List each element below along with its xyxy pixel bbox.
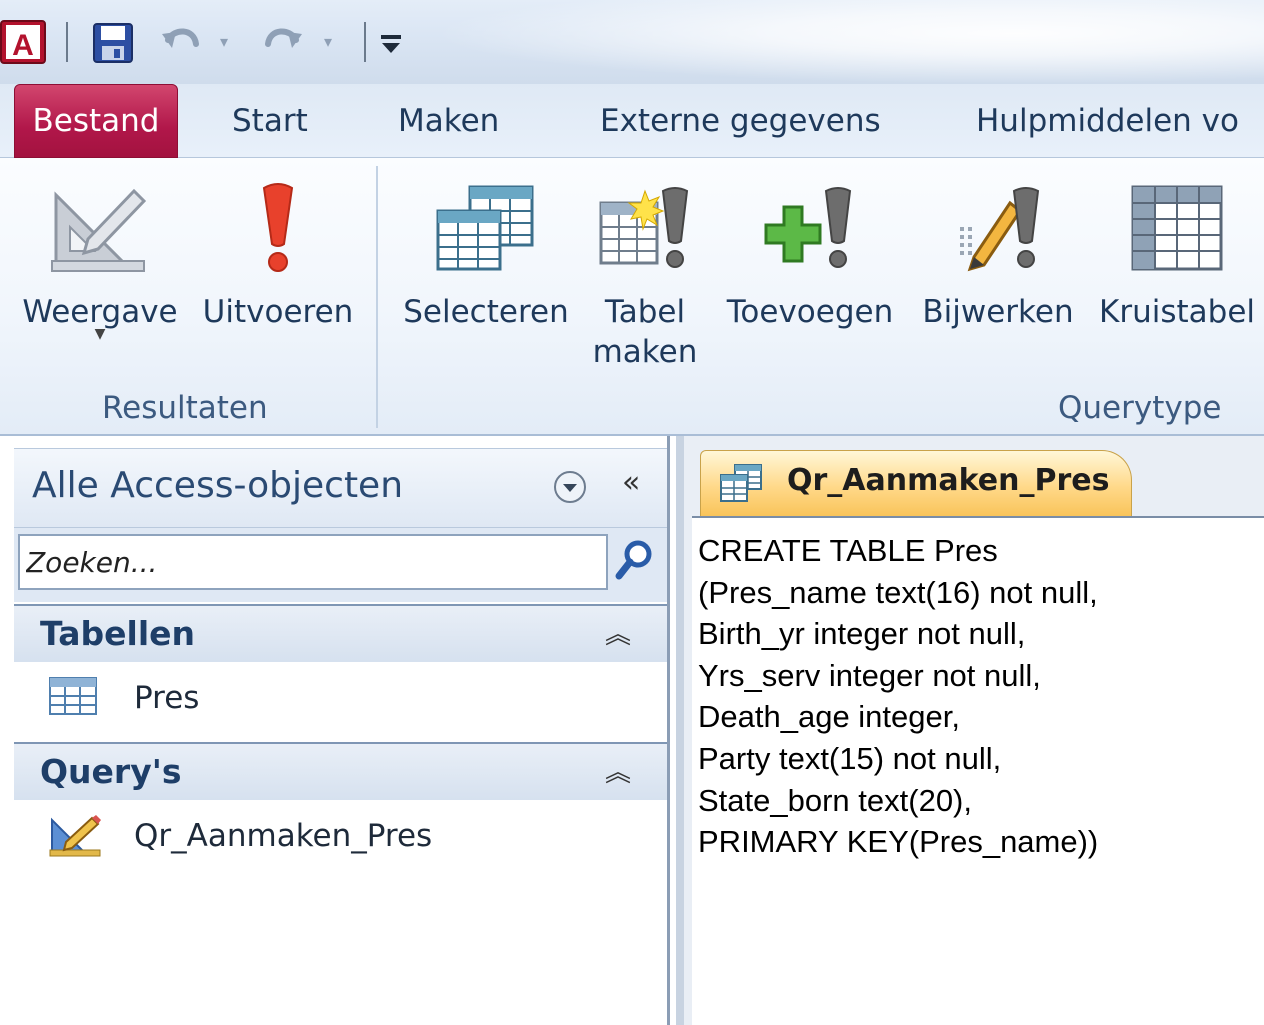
- append-label: Toevoegen: [726, 294, 894, 330]
- view-button[interactable]: Weergave ▼: [16, 178, 184, 342]
- make-table-label: Tabel maken: [593, 292, 698, 372]
- tab-file[interactable]: Bestand: [14, 84, 178, 158]
- design-view-icon: [45, 178, 155, 278]
- ribbon-group-separator: [376, 166, 378, 428]
- sql-line: Yrs_serv integer not null,: [698, 657, 1041, 693]
- make-table-icon: [590, 178, 700, 278]
- nav-group-title: Tabellen: [40, 614, 196, 653]
- qat-separator: [364, 22, 366, 62]
- nav-group-queries[interactable]: Query's ︽: [14, 742, 667, 800]
- collapse-pane-icon[interactable]: «: [622, 465, 640, 500]
- sql-line: Party text(15) not null,: [698, 740, 1002, 776]
- update-button[interactable]: Bijwerken: [914, 178, 1082, 332]
- crosstab-label: Kruistabel: [1099, 294, 1255, 330]
- collapse-group-icon[interactable]: ︽: [605, 752, 631, 789]
- tab-query-tools[interactable]: Hulpmiddelen vo: [976, 84, 1239, 158]
- run-button[interactable]: Uitvoeren: [196, 178, 360, 332]
- nav-item-query[interactable]: Qr_Aanmaken_Pres: [14, 804, 667, 868]
- navigation-pane-header[interactable]: Alle Access-objecten «: [14, 448, 667, 528]
- table-icon: [48, 676, 98, 720]
- search-bar: [14, 528, 667, 602]
- document-area: Qr_Aanmaken_Pres CREATE TABLE Pres (Pres…: [676, 436, 1264, 1025]
- select-query-icon: [431, 178, 541, 278]
- update-label: Bijwerken: [922, 294, 1074, 330]
- select-label: Selecteren: [403, 294, 569, 330]
- access-logo-icon[interactable]: A: [0, 18, 48, 66]
- svg-text:A: A: [12, 29, 34, 62]
- sql-line: Birth_yr integer not null,: [698, 616, 1026, 652]
- search-icon[interactable]: [614, 538, 658, 586]
- make-table-label-line1: Tabel: [604, 294, 686, 330]
- nav-group-tables[interactable]: Tabellen ︽: [14, 604, 667, 662]
- title-glow: [430, 0, 1264, 84]
- customize-qat-icon[interactable]: [376, 24, 406, 60]
- make-table-label-line2: maken: [592, 334, 698, 370]
- document-tab-title: Qr_Aanmaken_Pres: [787, 463, 1110, 498]
- redo-icon[interactable]: [258, 22, 306, 62]
- sql-query-icon: [719, 463, 763, 507]
- collapse-group-icon[interactable]: ︽: [605, 614, 631, 651]
- ribbon: Weergave ▼ Uitvoeren Selecteren Tabel ma…: [0, 158, 1264, 436]
- sql-editor[interactable]: CREATE TABLE Pres (Pres_name text(16) no…: [692, 516, 1264, 1025]
- navigation-pane: Alle Access-objecten « Tabellen ︽: [14, 436, 670, 1025]
- nav-item-label: Pres: [134, 680, 200, 716]
- ribbon-tab-bar: Bestand Start Maken Externe gegevens Hul…: [0, 84, 1264, 158]
- crosstab-button[interactable]: Kruistabel: [1094, 178, 1260, 332]
- append-icon: [755, 178, 865, 278]
- qat-separator: [66, 22, 68, 62]
- nav-menu-dropdown-icon[interactable]: [552, 469, 588, 505]
- sql-line: PRIMARY KEY(Pres_name)): [698, 824, 1099, 860]
- redo-dropdown-icon[interactable]: ▾: [318, 30, 338, 52]
- make-table-button[interactable]: Tabel maken: [580, 178, 710, 372]
- undo-icon[interactable]: [158, 22, 206, 62]
- group-label-results: Resultaten: [102, 390, 268, 426]
- sql-line: Death_age integer,: [698, 699, 960, 735]
- sql-line: CREATE TABLE Pres: [698, 533, 998, 568]
- tab-make[interactable]: Maken: [398, 84, 499, 158]
- tab-start[interactable]: Start: [232, 84, 308, 158]
- sql-line: State_born text(20),: [698, 782, 972, 818]
- append-button[interactable]: Toevoegen: [720, 178, 900, 332]
- run-exclamation-icon: [223, 178, 333, 278]
- quick-access-toolbar: A ▾ ▾: [0, 0, 1264, 84]
- document-tab[interactable]: Qr_Aanmaken_Pres: [700, 450, 1132, 516]
- undo-dropdown-icon[interactable]: ▾: [214, 30, 234, 52]
- update-pencil-icon: [943, 178, 1053, 278]
- navigation-pane-title: Alle Access-objecten: [32, 465, 404, 506]
- run-label: Uitvoeren: [202, 294, 354, 330]
- nav-group-title: Query's: [40, 752, 182, 791]
- search-input[interactable]: [18, 534, 608, 590]
- crosstab-icon: [1122, 178, 1232, 278]
- nav-item-table[interactable]: Pres: [14, 666, 667, 730]
- select-query-button[interactable]: Selecteren: [400, 178, 572, 332]
- tab-external-data[interactable]: Externe gegevens: [600, 84, 881, 158]
- save-icon[interactable]: [90, 20, 136, 66]
- group-label-querytype: Querytype: [1058, 390, 1222, 426]
- view-dropdown-icon[interactable]: ▼: [95, 326, 106, 342]
- query-design-icon: [48, 814, 101, 858]
- nav-item-label: Qr_Aanmaken_Pres: [134, 818, 433, 854]
- sql-line: (Pres_name text(16) not null,: [698, 574, 1098, 610]
